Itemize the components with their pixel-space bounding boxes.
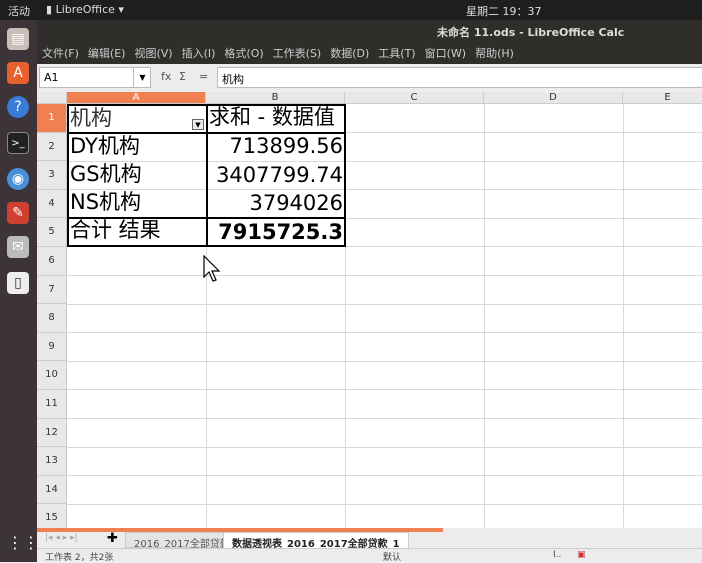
row-gridline (67, 332, 702, 334)
row-header-13[interactable]: 13 (37, 447, 67, 476)
menu-insert[interactable]: 插入(I) (182, 45, 216, 60)
show-apps-icon[interactable]: ⋮⋮ (7, 532, 39, 554)
activities-button[interactable]: 活动 (8, 3, 30, 19)
mouse-cursor-icon (203, 255, 221, 282)
row-header-15[interactable]: 15 (37, 504, 67, 528)
column-header-a[interactable]: A (67, 92, 206, 104)
row-header-11[interactable]: 11 (37, 390, 67, 419)
files-icon[interactable]: ▤ (7, 28, 29, 50)
row-header-10[interactable]: 10 (37, 361, 67, 390)
row-header-4[interactable]: 4 (37, 189, 67, 219)
add-sheet-icon[interactable]: ✚ (107, 531, 118, 546)
menu-edit[interactable]: 编辑(E) (88, 45, 126, 60)
sheet-tab-1[interactable]: 2016_2017全部贷款 (125, 532, 239, 550)
help-icon[interactable]: ? (7, 96, 29, 118)
column-header-e[interactable]: E (623, 92, 702, 104)
row-gridline (67, 446, 702, 448)
menu-data[interactable]: 数据(D) (330, 45, 369, 60)
row-header-2[interactable]: 2 (37, 132, 67, 162)
cell-b5[interactable]: 7915725.3 (207, 219, 345, 246)
insert-mode-icon[interactable]: I.. (553, 550, 561, 560)
row-header-8[interactable]: 8 (37, 304, 67, 333)
sheet-tab-2[interactable]: 数据透视表_2016_2017全部贷款_1 (223, 532, 409, 550)
cell-b1[interactable]: 求和 - 数据值 (207, 104, 337, 131)
formula-icon[interactable]: = (199, 70, 208, 83)
window-title: 未命名 11.ods - LibreOffice Calc (437, 26, 625, 39)
formula-bar: A1 ▼ fx Σ = 机构 (37, 64, 702, 91)
page-style[interactable]: 默认 (383, 550, 401, 563)
clock[interactable]: 星期二 19：37 (466, 3, 542, 19)
menu-format[interactable]: 格式(O) (224, 45, 263, 60)
row-gridline (67, 503, 702, 505)
row-gridline (67, 275, 702, 276)
row-header-9[interactable]: 9 (37, 332, 67, 362)
filter-dropdown-icon[interactable]: ▼ (192, 119, 204, 130)
cell-a5[interactable]: 合计 结果 (68, 217, 163, 244)
menu-view[interactable]: 视图(V) (134, 45, 172, 60)
cell-a2[interactable]: DY机构 (68, 133, 142, 160)
row-gridline (67, 389, 702, 391)
column-header-d[interactable]: D (484, 92, 623, 104)
cell-a1[interactable]: 机构 (68, 105, 114, 132)
menu-window[interactable]: 窗口(W) (425, 45, 466, 60)
row-header-3[interactable]: 3 (37, 161, 67, 190)
row-header-7[interactable]: 7 (37, 275, 67, 305)
row-gridline (67, 303, 702, 305)
cell-a4[interactable]: NS机构 (68, 189, 143, 216)
app-menu[interactable]: ▮ LibreOffice ▾ (46, 3, 124, 16)
name-box-dropdown-icon[interactable]: ▼ (133, 67, 151, 88)
software-center-icon[interactable]: A (7, 62, 29, 84)
launcher: ▤ A ? >_ ◉ ✎ ✉ ▯ ⋮⋮ (0, 20, 39, 562)
app-menu-label: LibreOffice (55, 3, 115, 16)
menu-file[interactable]: 文件(F) (42, 45, 79, 60)
save-status-icon: ▣ (577, 550, 586, 560)
sum-icon[interactable]: Σ (179, 70, 186, 83)
function-wizard-icon[interactable]: fx (161, 70, 171, 83)
formula-input[interactable]: 机构 (217, 67, 702, 88)
row-gridline (67, 360, 702, 362)
libreoffice-calc-icon[interactable]: ▯ (7, 272, 29, 294)
spreadsheet-grid[interactable]: A B C D E 1 2 3 4 5 6 7 8 9 10 11 12 13 14 15 机构 ▼ 求和 … (37, 92, 702, 528)
cell-a3[interactable]: GS机构 (68, 161, 144, 188)
sheet-tab-bar: |◂ ◂ ▸ ▸| ✚ 2016_2017全部贷款 数据透视表_2016_201… (37, 528, 702, 550)
browser-icon[interactable]: ◉ (7, 168, 29, 190)
title-bar: 未命名 11.ods - LibreOffice Calc (37, 20, 702, 40)
select-all-corner[interactable] (37, 92, 67, 104)
row-header-12[interactable]: 12 (37, 418, 67, 448)
menu-sheet[interactable]: 工作表(S) (273, 45, 322, 60)
column-header-c[interactable]: C (345, 92, 484, 104)
row-header-1[interactable]: 1 (37, 104, 67, 133)
row-header-5[interactable]: 5 (37, 218, 67, 247)
menu-tools[interactable]: 工具(T) (378, 45, 415, 60)
settings-icon[interactable]: ✎ (7, 202, 29, 224)
row-gridline (67, 475, 702, 477)
top-panel: 活动 ▮ LibreOffice ▾ 星期二 19：37 (0, 0, 702, 20)
menu-bar: 文件(F) 编辑(E) 视图(V) 插入(I) 格式(O) 工作表(S) 数据(… (37, 40, 702, 64)
mail-icon[interactable]: ✉ (7, 236, 29, 258)
cell-b2[interactable]: 713899.56 (207, 133, 345, 160)
sheet-count: 工作表 2，共2张 (45, 553, 114, 563)
status-bar: 工作表 2，共2张 默认 I.. ▣ (37, 548, 702, 563)
cell-b3[interactable]: 3407799.74 (207, 162, 345, 189)
sheet-nav-icons[interactable]: |◂ ◂ ▸ ▸| (45, 533, 78, 543)
terminal-icon[interactable]: >_ (7, 132, 29, 154)
column-header-b[interactable]: B (206, 92, 345, 104)
row-gridline (67, 418, 702, 419)
row-header-6[interactable]: 6 (37, 247, 67, 276)
row-header-14[interactable]: 14 (37, 475, 67, 505)
cell-b4[interactable]: 3794026 (207, 190, 345, 217)
menu-help[interactable]: 帮助(H) (475, 45, 514, 60)
